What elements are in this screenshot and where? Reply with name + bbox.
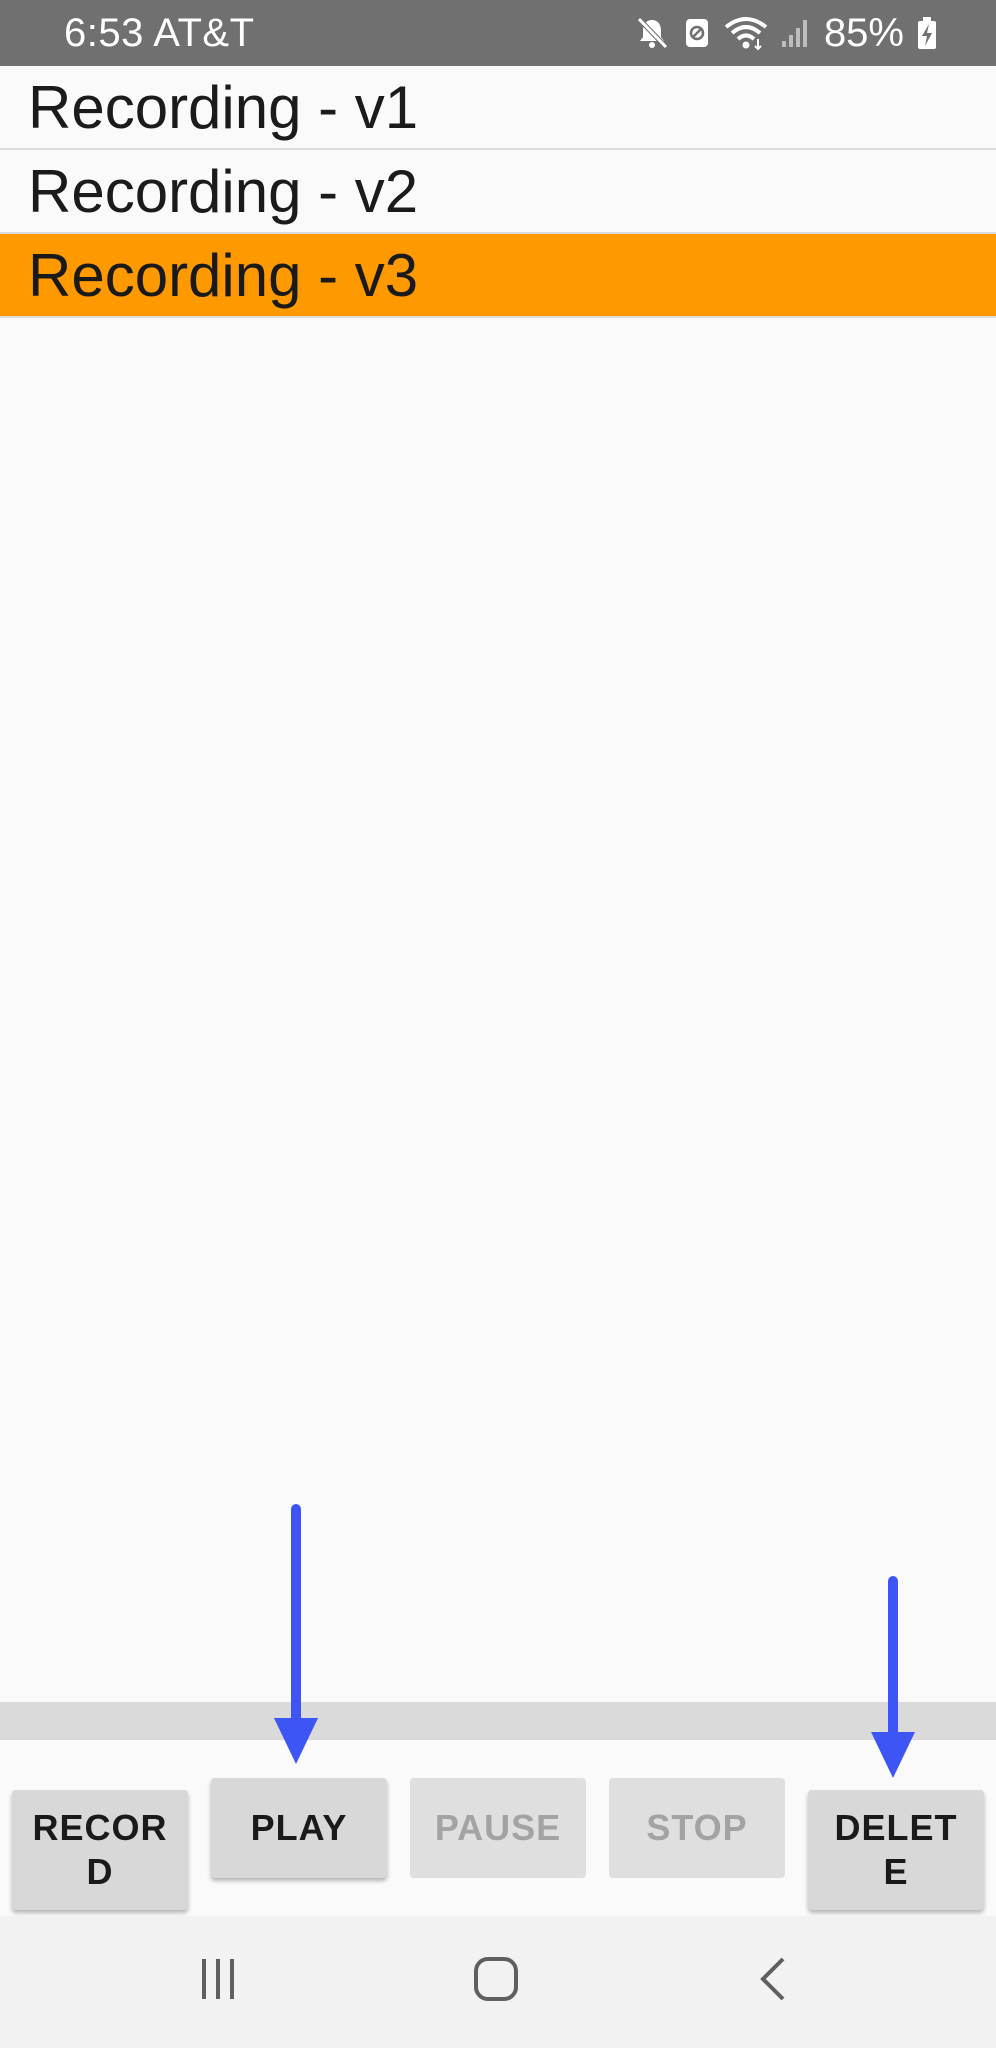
recents-button[interactable] bbox=[178, 1946, 258, 2016]
recents-icon bbox=[196, 1957, 240, 2006]
record-button[interactable]: RECORD bbox=[12, 1790, 188, 1910]
arrow-to-delete-icon bbox=[871, 1576, 915, 1778]
recording-item[interactable]: Recording - v2 bbox=[0, 150, 996, 234]
stop-button[interactable]: STOP bbox=[609, 1778, 785, 1878]
mute-icon bbox=[634, 15, 670, 51]
pause-button[interactable]: PAUSE bbox=[410, 1778, 586, 1878]
home-icon bbox=[472, 1955, 520, 2008]
control-bar: RECORD PLAY PAUSE STOP DELETE bbox=[0, 1740, 996, 1916]
data-saver-icon bbox=[682, 15, 712, 51]
app-screen: 6:53 AT&T 85% Recording - v1 Recording -… bbox=[0, 0, 996, 2048]
recording-list: Recording - v1 Recording - v2 Recording … bbox=[0, 66, 996, 318]
arrow-to-play-icon bbox=[274, 1504, 318, 1764]
battery-charging-icon bbox=[916, 15, 938, 51]
nav-bar bbox=[0, 1916, 996, 2048]
back-button[interactable] bbox=[733, 1946, 813, 2016]
recording-item-selected[interactable]: Recording - v3 bbox=[0, 234, 996, 318]
status-time-carrier: 6:53 AT&T bbox=[64, 11, 255, 55]
battery-percent: 85% bbox=[823, 11, 904, 55]
recording-item[interactable]: Recording - v1 bbox=[0, 66, 996, 150]
signal-icon bbox=[780, 15, 812, 51]
delete-button[interactable]: DELETE bbox=[808, 1790, 984, 1910]
status-bar: 6:53 AT&T 85% bbox=[0, 0, 996, 66]
home-button[interactable] bbox=[456, 1946, 536, 2016]
back-icon bbox=[755, 1955, 791, 2008]
status-icons: 85% bbox=[634, 0, 938, 66]
divider-band bbox=[0, 1702, 996, 1740]
play-button[interactable]: PLAY bbox=[211, 1778, 387, 1878]
wifi-icon bbox=[724, 15, 768, 51]
